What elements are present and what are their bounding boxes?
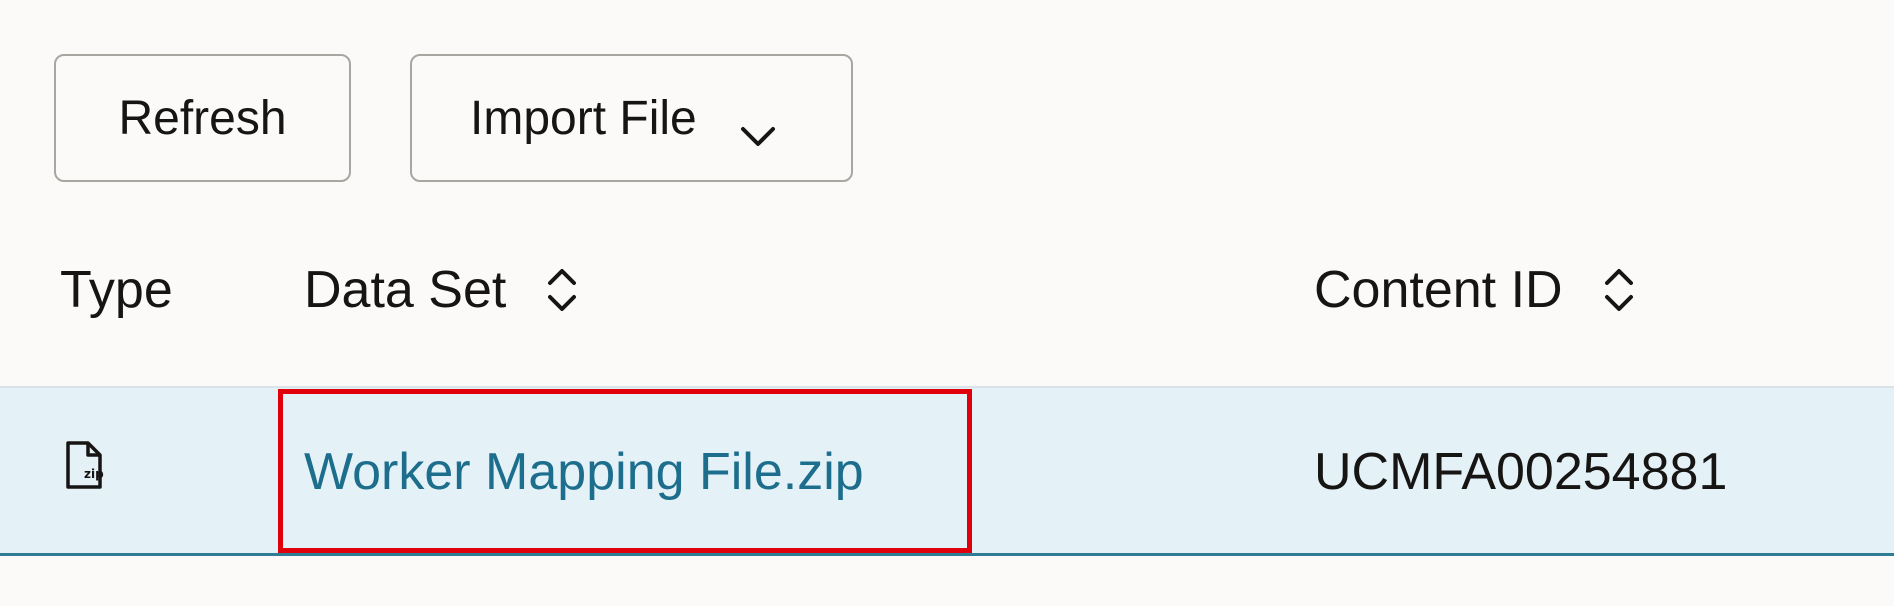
- table-row[interactable]: zip Worker Mapping File.zip UCMFA0025488…: [0, 386, 1894, 556]
- column-header-data-set[interactable]: Data Set: [304, 240, 578, 340]
- refresh-button[interactable]: Refresh: [54, 54, 351, 182]
- column-header-data-set-label: Data Set: [304, 261, 507, 319]
- sort-icon[interactable]: [1603, 265, 1635, 315]
- refresh-button-label: Refresh: [118, 91, 287, 145]
- svg-text:zip: zip: [84, 467, 104, 481]
- sort-icon[interactable]: [546, 265, 578, 315]
- column-header-type-label: Type: [60, 261, 173, 319]
- column-header-content-id[interactable]: Content ID: [1314, 240, 1635, 340]
- content-id-cell: UCMFA00254881: [1314, 388, 1727, 555]
- column-header-type: Type: [60, 240, 173, 340]
- chevron-down-icon: [739, 106, 777, 146]
- data-set-link[interactable]: Worker Mapping File.zip: [304, 442, 864, 502]
- zip-file-icon: zip: [62, 440, 108, 503]
- import-file-button[interactable]: Import File: [410, 54, 853, 182]
- toolbar: Refresh Import File: [54, 54, 853, 182]
- type-cell: zip: [62, 388, 108, 555]
- column-header-content-id-label: Content ID: [1314, 261, 1563, 319]
- import-file-button-label: Import File: [470, 91, 697, 145]
- data-set-cell: Worker Mapping File.zip: [304, 388, 864, 555]
- content-id-value: UCMFA00254881: [1314, 442, 1728, 501]
- table-header: Type Data Set Content ID: [0, 240, 1894, 340]
